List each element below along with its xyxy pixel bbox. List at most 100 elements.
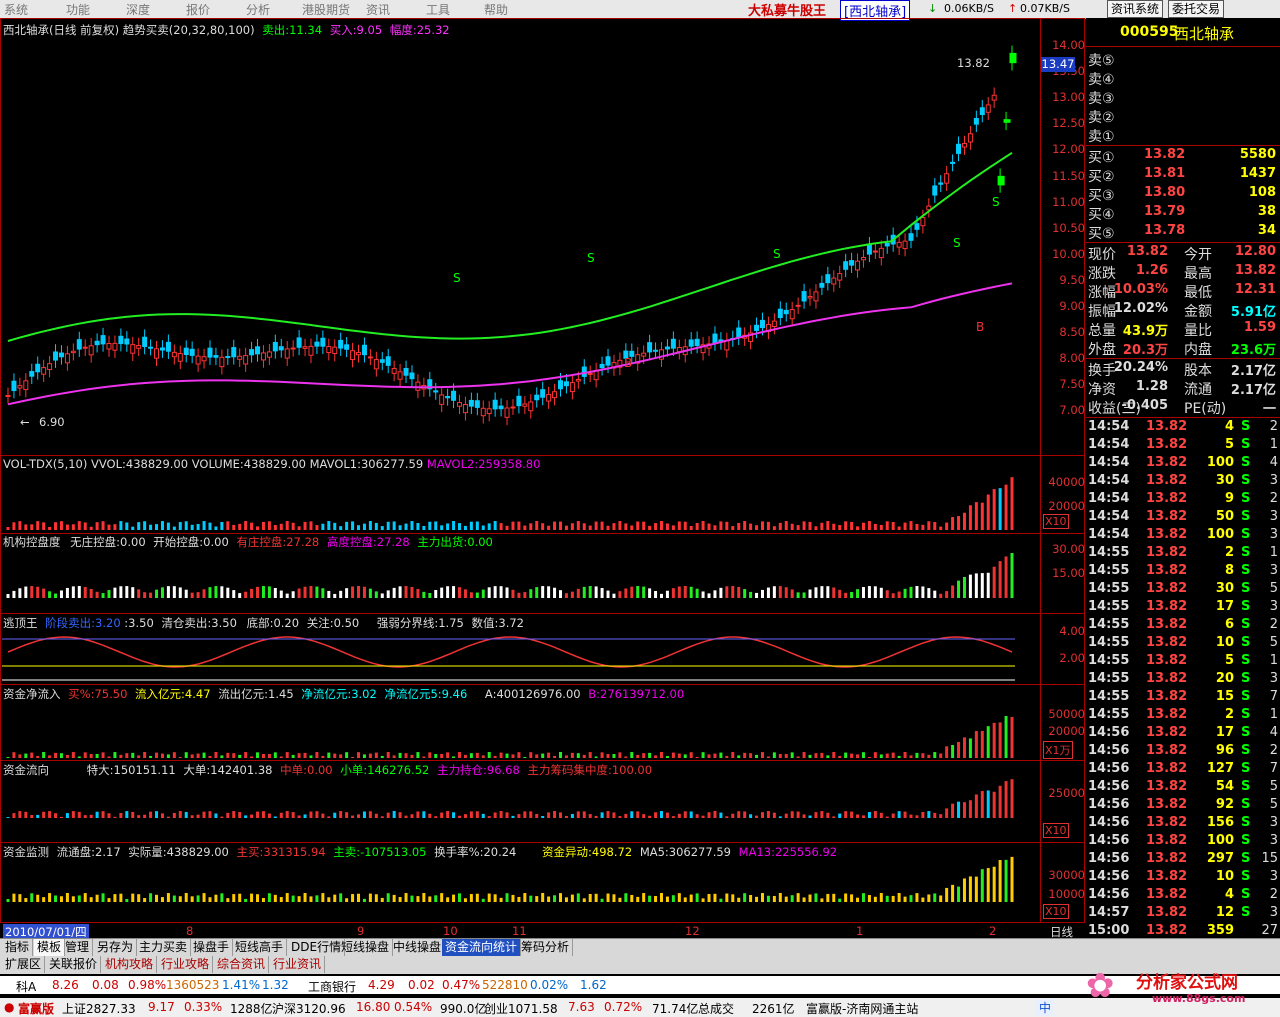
menu-tools[interactable]: 工具 — [426, 1, 450, 18]
control-bar — [731, 586, 735, 598]
candle-body — [914, 223, 920, 230]
tick-row[interactable]: 14:55 13.82 10 S 5 — [1086, 635, 1280, 653]
vol-volume: VOLUME:438829.00 — [191, 457, 306, 471]
sell-level-row[interactable]: 卖② — [1086, 107, 1280, 126]
buy-level-row[interactable]: 买② 13.81 1437 — [1086, 166, 1280, 185]
menu-news[interactable]: 资讯 — [366, 1, 390, 18]
netflow-bar — [802, 752, 806, 758]
sell-level-row[interactable]: 卖① — [1086, 126, 1280, 145]
tick-row[interactable]: 14:56 13.82 10 S 3 — [1086, 869, 1280, 887]
tick-row[interactable]: 14:55 13.82 15 S 7 — [1086, 689, 1280, 707]
menu-depth[interactable]: 深度 — [126, 1, 150, 18]
extension-tab[interactable]: 行业资讯 — [270, 956, 326, 973]
tick-row[interactable]: 14:54 13.82 4 S 2 — [1086, 419, 1280, 437]
tick-row[interactable]: 14:55 13.82 6 S 2 — [1086, 617, 1280, 635]
chart-area[interactable]: 西北轴承(日线 前复权) 趋势买卖(20,32,80,100) 卖出:11.34… — [0, 18, 1085, 940]
tick-row[interactable]: 14:54 13.82 5 S 1 — [1086, 437, 1280, 455]
stat-value: -0.405 — [1121, 398, 1168, 413]
tick-row[interactable]: 14:56 13.82 156 S 3 — [1086, 815, 1280, 833]
extension-tab[interactable]: 行业攻略 — [158, 956, 214, 973]
tick-row[interactable]: 14:56 13.82 4 S 2 — [1086, 887, 1280, 905]
tick-row[interactable]: 14:56 13.82 96 S 2 — [1086, 743, 1280, 761]
tick-row[interactable]: 14:55 13.82 8 S 3 — [1086, 563, 1280, 581]
tick-row[interactable]: 14:56 13.82 92 S 5 — [1086, 797, 1280, 815]
menu-function[interactable]: 功能 — [66, 1, 90, 18]
monitor-bar — [665, 896, 669, 902]
indicator-tab[interactable]: 主力买卖 — [136, 939, 192, 956]
buy-level-row[interactable]: 买④ 13.79 38 — [1086, 204, 1280, 223]
netflow-bar — [927, 754, 931, 758]
control-bar — [867, 586, 871, 598]
trade-button[interactable]: 委托交易 — [1168, 0, 1225, 18]
menu-help[interactable]: 帮助 — [484, 1, 508, 18]
indicator-tab[interactable]: 中线操盘 — [390, 939, 446, 956]
control-bar — [802, 592, 806, 598]
news-system-button[interactable]: 资讯系统 — [1107, 0, 1164, 18]
buy-level-row[interactable]: 买③ 13.80 108 — [1086, 185, 1280, 204]
netflow-bar — [968, 738, 972, 758]
tick-row[interactable]: 14:56 13.82 17 S 4 — [1086, 725, 1280, 743]
control-bar — [814, 587, 818, 598]
indicator-tab[interactable]: 短线高手 — [232, 939, 288, 956]
tick-row[interactable]: 14:55 13.82 20 S 3 — [1086, 671, 1280, 689]
tick-row[interactable]: 14:55 13.82 5 S 1 — [1086, 653, 1280, 671]
volume-bar — [95, 522, 99, 530]
tick-row[interactable]: 14:54 13.82 50 S 3 — [1086, 509, 1280, 527]
volume-bar — [719, 521, 723, 530]
candle-body — [70, 350, 76, 354]
indicator-tab[interactable]: 模板 — [34, 939, 66, 956]
volume-bar — [980, 502, 984, 530]
extension-tab[interactable]: 机构攻略 — [102, 956, 158, 973]
volume-bar — [374, 522, 378, 530]
kline-chart[interactable] — [0, 18, 1085, 938]
indicator-tab[interactable]: DDE行情 — [288, 939, 346, 956]
indicator-tab[interactable]: 另存为 — [94, 939, 138, 956]
indicator-tab[interactable]: 短线操盘 — [338, 939, 394, 956]
buy-level-row[interactable]: 买⑤ 13.78 34 — [1086, 223, 1280, 242]
buy-level-row[interactable]: 买① 13.82 5580 — [1086, 147, 1280, 166]
indicator-tab[interactable]: 管理 — [62, 939, 94, 956]
tick-row[interactable]: 14:56 13.82 54 S 5 — [1086, 779, 1280, 797]
sell-level-row[interactable]: 卖③ — [1086, 88, 1280, 107]
menu-system[interactable]: 系统 — [4, 1, 28, 18]
watermark-brand: 分析家公式网 — [1136, 973, 1238, 993]
extension-tab[interactable]: 综合资讯 — [214, 956, 270, 973]
tick-row[interactable]: 14:54 13.82 100 S 3 — [1086, 527, 1280, 545]
monitor-bar — [576, 893, 580, 902]
sell-level-row[interactable]: 卖④ — [1086, 69, 1280, 88]
tick-price: 13.82 — [1146, 725, 1188, 740]
tick-row[interactable]: 14:57 13.82 12 S 3 — [1086, 905, 1280, 923]
menu-analysis[interactable]: 分析 — [246, 1, 270, 18]
candle-body — [468, 399, 474, 407]
tick-row[interactable]: 14:55 13.82 2 S 1 — [1086, 545, 1280, 563]
candle-body — [1003, 119, 1011, 123]
volume-bar — [505, 525, 509, 530]
tick-count: 1 — [1269, 653, 1278, 668]
indicator-tab[interactable]: 资金流向统计 — [442, 939, 522, 956]
indicator-tab[interactable]: 操盘手 — [190, 939, 234, 956]
candle-body — [759, 319, 765, 329]
tick-row[interactable]: 14:54 13.82 100 S 4 — [1086, 455, 1280, 473]
ime-indicator[interactable]: 中 — [1036, 999, 1055, 1016]
tick-row[interactable]: 14:56 13.82 127 S 7 — [1086, 761, 1280, 779]
sell-level-row[interactable]: 卖⑤ — [1086, 50, 1280, 69]
tick-row[interactable]: 14:56 13.82 100 S 3 — [1086, 833, 1280, 851]
tick-row[interactable]: 14:55 13.82 17 S 3 — [1086, 599, 1280, 617]
tick-row[interactable]: 14:54 13.82 9 S 2 — [1086, 491, 1280, 509]
tick-row[interactable]: 14:54 13.82 30 S 3 — [1086, 473, 1280, 491]
flow-bar — [511, 815, 515, 818]
indicator-tab[interactable]: 指标 — [2, 939, 34, 956]
menu-quote[interactable]: 报价 — [186, 1, 210, 18]
menu-hk-futures[interactable]: 港股期货 — [302, 1, 350, 18]
monitor-bar — [564, 897, 568, 902]
indicator-tab[interactable]: 筹码分析 — [518, 939, 574, 956]
control-bar — [244, 591, 248, 598]
monitor-bar — [879, 893, 883, 902]
tick-row[interactable]: 14:55 13.82 30 S 5 — [1086, 581, 1280, 599]
control-bar — [749, 591, 753, 598]
flow-bar — [772, 812, 776, 818]
tick-row[interactable]: 14:56 13.82 297 S 15 — [1086, 851, 1280, 869]
tick-row[interactable]: 14:55 13.82 2 S 1 — [1086, 707, 1280, 725]
extension-tab[interactable]: 关联报价 — [46, 956, 102, 973]
extension-tab[interactable]: 扩展区 — [2, 956, 46, 973]
